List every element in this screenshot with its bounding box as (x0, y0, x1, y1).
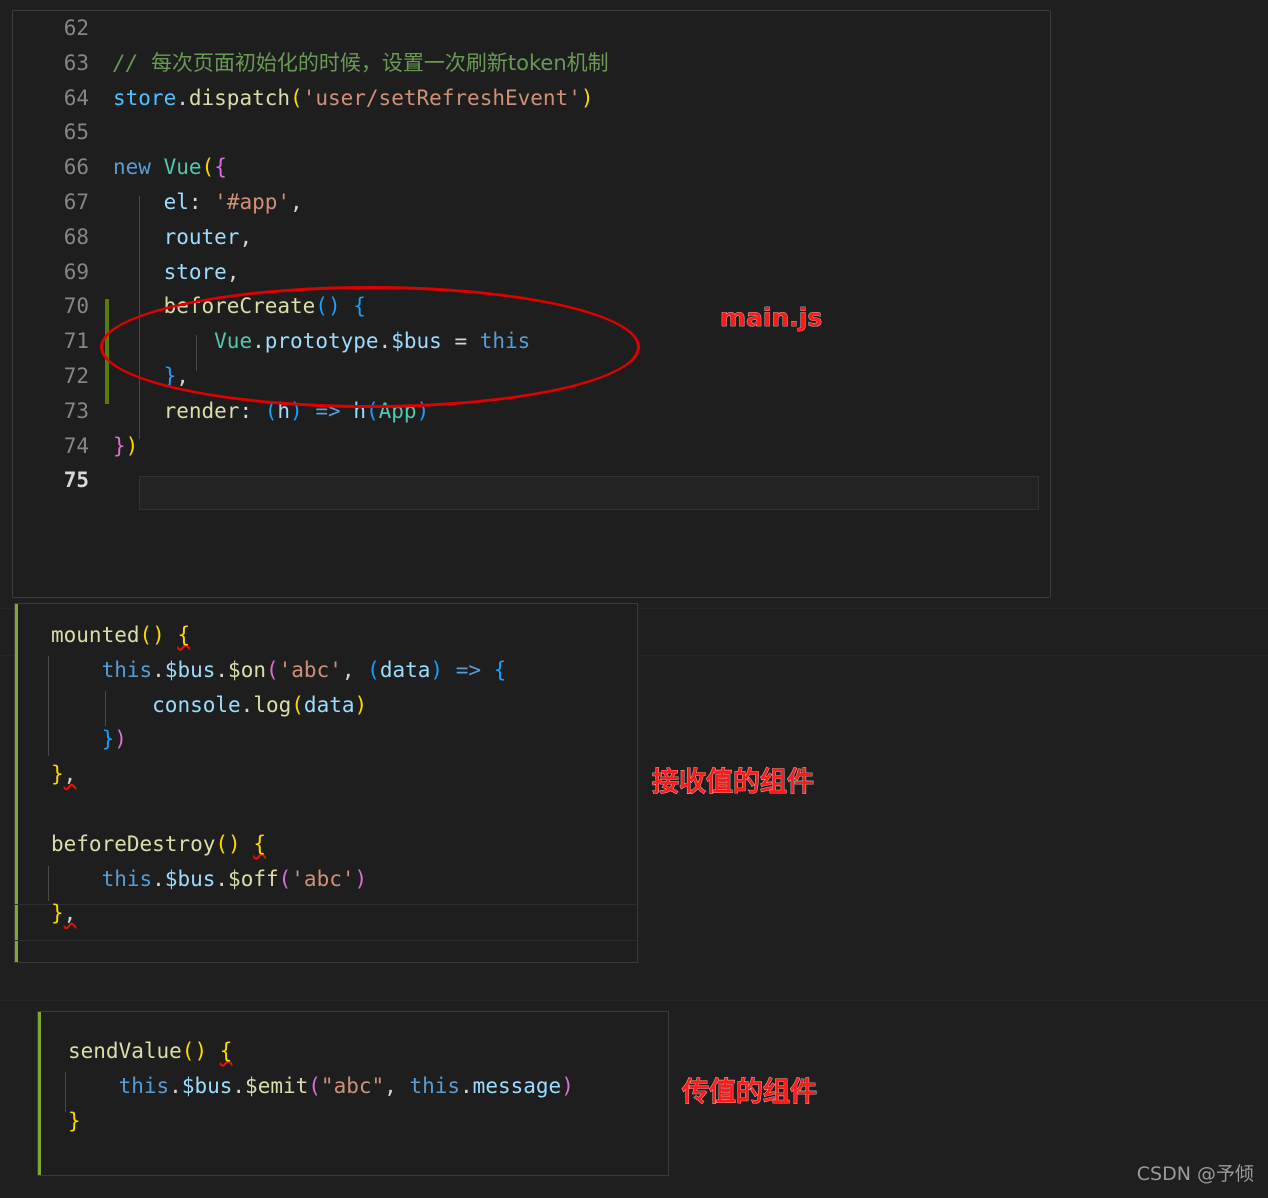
line-number: 72 (63, 363, 89, 388)
annotation-receiver: 接收值的组件 (652, 767, 815, 799)
code-line: sendValue() { (68, 1039, 233, 1063)
line-number: 73 (63, 398, 89, 423)
code-line: }, (51, 762, 77, 787)
indent-guide (48, 866, 49, 901)
code-area-sender[interactable]: sendValue() { this.$bus.$emit("abc", thi… (68, 1034, 668, 1138)
code-line: console.log(data) (152, 692, 368, 717)
line-number: 65 (63, 120, 89, 145)
code-line: new Vue({ (113, 155, 227, 180)
code-line: mounted() { (51, 623, 191, 647)
code-block-receiver: mounted() { this.$bus.$on('abc', (data) … (14, 603, 638, 963)
annotation-sender: 传值的组件 (682, 1077, 818, 1109)
code-line: // 每次页面初始化的时候，设置一次刷新token机制 (113, 50, 609, 75)
line-number: 70 (63, 294, 89, 319)
code-line: el: '#app', (163, 189, 303, 214)
code-line: this.$bus.$on('abc', (data) => { (101, 657, 507, 682)
code-line: store, (163, 259, 240, 284)
code-line: store.dispatch('user/setRefreshEvent') (113, 85, 594, 110)
annotation-main-js: main.js (720, 303, 823, 333)
code-line: router, (163, 224, 253, 249)
block-accent-bar (38, 1012, 41, 1175)
code-area-receiver[interactable]: mounted() { this.$bus.$on('abc', (data) … (51, 618, 637, 931)
code-line: } (68, 1108, 81, 1133)
code-block-sender: sendValue() { this.$bus.$emit("abc", thi… (37, 1011, 669, 1176)
line-number: 62 (63, 16, 89, 40)
line-number: 71 (63, 329, 89, 354)
line-number: 63 (63, 50, 89, 75)
indent-guide (48, 656, 49, 756)
code-line: }) (113, 433, 139, 458)
code-area-main-js[interactable]: // 每次页面初始化的时候，设置一次刷新token机制 store.dispat… (113, 11, 1050, 498)
line-number: 67 (63, 189, 89, 214)
watermark-csdn: CSDN @予倾 (1136, 1163, 1254, 1185)
block-accent-bar (15, 604, 18, 962)
code-line: }) (101, 727, 127, 752)
indent-guide (65, 1072, 66, 1112)
line-number: 64 (63, 85, 89, 110)
line-number: 69 (63, 259, 89, 284)
line-number-active: 75 (63, 468, 89, 493)
line-number: 74 (63, 433, 89, 458)
code-line: this.$bus.$off('abc') (101, 866, 368, 891)
line-number: 66 (63, 155, 89, 180)
code-line: this.$bus.$emit("abc", this.message) (118, 1073, 574, 1098)
highlight-ellipse-before-create (100, 286, 640, 408)
code-line: beforeDestroy() { (51, 831, 266, 856)
code-line: }, (51, 901, 77, 926)
line-number: 68 (63, 224, 89, 249)
line-number-gutter: 62 63 64 65 66 67 68 69 70 71 72 73 74 7… (13, 11, 99, 498)
